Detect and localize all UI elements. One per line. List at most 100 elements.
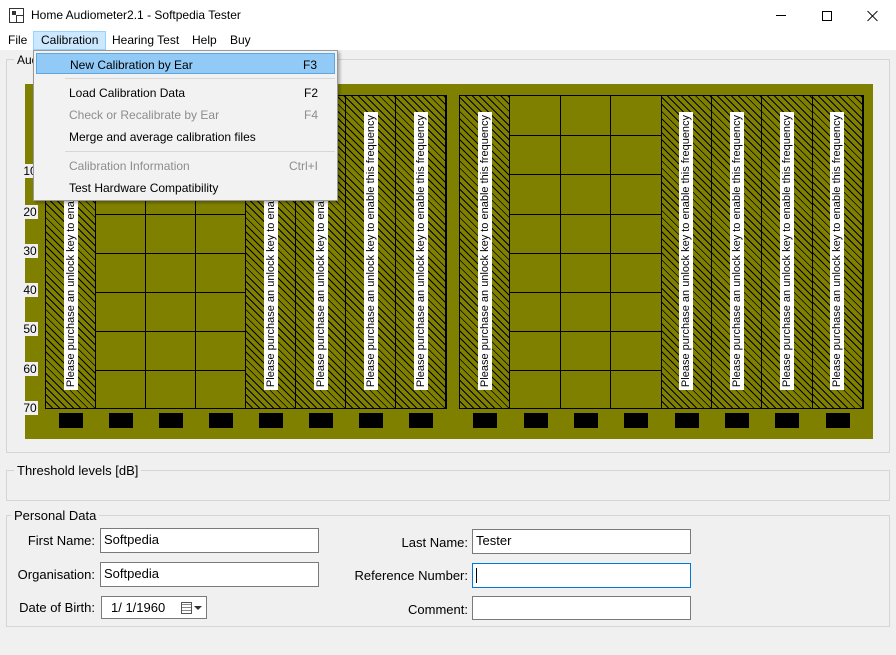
maximize-icon [822, 10, 832, 21]
frequency-marker[interactable] [573, 413, 598, 428]
window-title: Home Audiometer2.1 - Softpedia Tester [31, 8, 241, 22]
unlock-notice: Please purchase an unlock key to enable … [363, 112, 378, 390]
frequency-marker[interactable] [674, 413, 699, 428]
unlock-notice: Please purchase an unlock key to enable … [729, 112, 744, 390]
menu-check-or-recalibrate[interactable]: Check or Recalibrate by Ear F4 [36, 104, 335, 125]
frequency-marker[interactable] [725, 413, 750, 428]
menu-item-label: Test Hardware Compatibility [69, 181, 219, 195]
menu-test-hardware-compatibility[interactable]: Test Hardware Compatibility [36, 177, 335, 198]
menu-file[interactable]: File [1, 31, 34, 50]
frequency-marker[interactable] [209, 413, 233, 428]
unlock-notice-text: Please purchase an unlock key to enable … [831, 114, 844, 388]
unlock-notice: Please purchase an unlock key to enable … [477, 112, 492, 390]
date-of-birth-picker[interactable]: 1/ 1/1960 [101, 596, 207, 619]
first-name-field[interactable]: Softpedia [100, 528, 319, 553]
locked-frequency-column[interactable]: Please purchase an unlock key to enable … [762, 96, 813, 408]
unlock-notice-text: Please purchase an unlock key to enable … [478, 114, 491, 388]
unlock-notice-text: Please purchase an unlock key to enable … [364, 114, 377, 388]
frequency-marker[interactable] [109, 413, 133, 428]
y-label: 20 [22, 205, 38, 219]
frequency-marker[interactable] [59, 413, 83, 428]
audiogram-right-panel: Please purchase an unlock key to enable … [459, 95, 864, 409]
y-label: 50 [22, 322, 38, 336]
menu-item-shortcut: F2 [303, 86, 318, 100]
menu-item-label: Merge and average calibration files [69, 130, 256, 144]
reference-number-label: Reference Number: [354, 568, 468, 583]
y-label: 40 [22, 283, 38, 297]
y-label: 60 [22, 362, 38, 376]
frequency-marker[interactable] [359, 413, 383, 428]
unlock-notice-text: Please purchase an unlock key to enable … [730, 114, 743, 388]
text-caret [476, 568, 477, 584]
minimize-icon [776, 15, 786, 16]
unlock-notice: Please purchase an unlock key to enable … [779, 112, 794, 390]
menu-item-label: Load Calibration Data [69, 86, 186, 100]
menu-separator [65, 151, 335, 152]
threshold-group-title: Threshold levels [dB] [14, 463, 142, 478]
calendar-icon[interactable] [181, 602, 192, 614]
menu-new-calibration-by-ear[interactable]: New Calibration by Ear F3 [36, 53, 335, 74]
frequency-column[interactable] [561, 96, 612, 408]
locked-frequency-column[interactable]: Please purchase an unlock key to enable … [812, 96, 863, 408]
locked-frequency-column[interactable]: Please purchase an unlock key to enable … [396, 96, 446, 408]
frequency-marker[interactable] [473, 413, 498, 428]
organisation-label: Organisation: [17, 567, 95, 582]
close-button[interactable] [850, 0, 896, 31]
last-name-field[interactable]: Tester [472, 529, 691, 554]
title-bar: Home Audiometer2.1 - Softpedia Tester [0, 0, 896, 31]
menu-merge-calibration-files[interactable]: Merge and average calibration files [36, 126, 335, 147]
reference-number-field[interactable] [472, 563, 691, 588]
app-icon[interactable] [9, 8, 24, 23]
locked-frequency-column[interactable]: Please purchase an unlock key to enable … [711, 96, 763, 408]
y-label: 30 [22, 244, 38, 258]
minimize-button[interactable] [758, 0, 804, 31]
menu-help[interactable]: Help [185, 31, 224, 50]
maximize-button[interactable] [804, 0, 850, 31]
dob-value: 1/ 1/1960 [111, 600, 166, 615]
first-name-label: First Name: [27, 533, 95, 548]
close-icon [867, 10, 879, 22]
unlock-notice: Please purchase an unlock key to enable … [830, 112, 845, 390]
unlock-notice: Please purchase an unlock key to enable … [679, 112, 694, 390]
frequency-marker[interactable] [523, 413, 548, 428]
calibration-dropdown-menu: New Calibration by Ear F3 Load Calibrati… [33, 50, 338, 201]
unlock-notice: Please purchase an unlock key to enable … [413, 112, 428, 390]
last-name-label: Last Name: [401, 535, 468, 550]
locked-frequency-column[interactable]: Please purchase an unlock key to enable … [346, 96, 396, 408]
menu-load-calibration-data[interactable]: Load Calibration Data F2 [36, 82, 335, 103]
threshold-group: Threshold levels [dB] [6, 463, 890, 501]
comment-field[interactable] [472, 596, 691, 620]
menu-hearing-test[interactable]: Hearing Test [105, 31, 186, 50]
frequency-marker[interactable] [409, 413, 433, 428]
menu-calibration[interactable]: Calibration [33, 31, 107, 50]
frequency-marker[interactable] [259, 413, 283, 428]
locked-frequency-column[interactable]: Please purchase an unlock key to enable … [460, 96, 511, 408]
dob-label: Date of Birth: [19, 600, 95, 615]
menu-bar: File Calibration Hearing Test Help Buy [0, 31, 896, 50]
comment-label: Comment: [408, 602, 468, 617]
menu-item-label: New Calibration by Ear [70, 58, 193, 72]
frequency-column[interactable] [510, 96, 561, 408]
menu-item-shortcut: Ctrl+I [288, 159, 318, 173]
y-label: 70 [22, 401, 38, 415]
menu-buy[interactable]: Buy [223, 31, 258, 50]
menu-item-label: Check or Recalibrate by Ear [69, 108, 220, 122]
menu-separator [65, 78, 335, 79]
menu-calibration-information[interactable]: Calibration Information Ctrl+I [36, 155, 335, 176]
frequency-marker[interactable] [624, 413, 649, 428]
unlock-notice-text: Please purchase an unlock key to enable … [780, 114, 793, 388]
personal-data-title: Personal Data [11, 508, 100, 523]
menu-item-shortcut: F3 [302, 58, 317, 72]
frequency-marker[interactable] [159, 413, 183, 428]
menu-item-shortcut: F4 [303, 108, 318, 122]
menu-item-label: Calibration Information [69, 159, 190, 173]
frequency-marker[interactable] [825, 413, 850, 428]
frequency-marker[interactable] [775, 413, 800, 428]
organisation-field[interactable]: Softpedia [100, 562, 319, 587]
frequency-column[interactable] [611, 96, 662, 408]
locked-frequency-column[interactable]: Please purchase an unlock key to enable … [661, 96, 712, 408]
chevron-down-icon[interactable] [194, 606, 202, 610]
unlock-notice-text: Please purchase an unlock key to enable … [680, 114, 693, 388]
frequency-marker[interactable] [309, 413, 333, 428]
unlock-notice-text: Please purchase an unlock key to enable … [414, 114, 427, 388]
